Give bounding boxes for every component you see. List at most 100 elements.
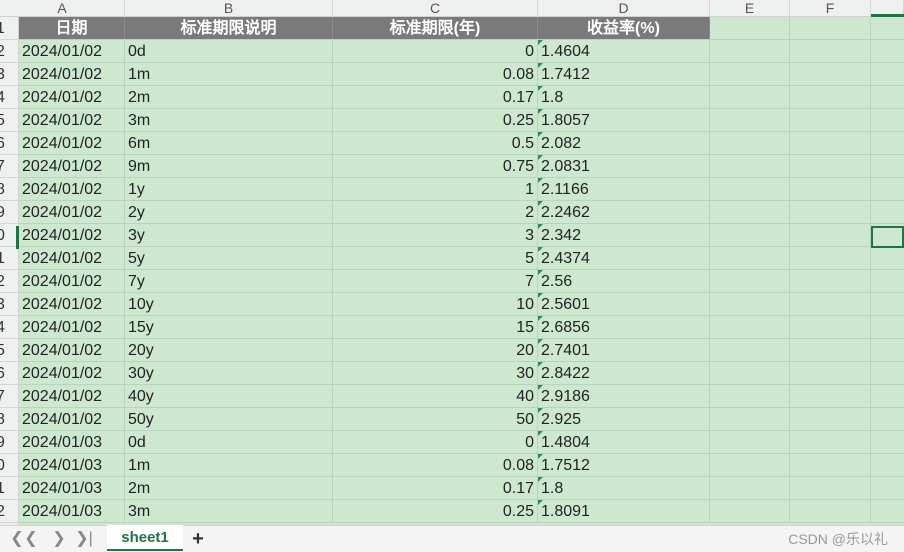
date-cell[interactable]: 2024/01/02 [19, 385, 125, 407]
cell-e[interactable] [710, 408, 790, 430]
term-cell[interactable]: 3m [125, 500, 333, 522]
years-cell[interactable]: 7 [333, 270, 538, 292]
next-sheet-button[interactable]: ❯ [50, 529, 68, 549]
cell-f[interactable] [790, 454, 871, 476]
column-header-d[interactable]: D [538, 0, 710, 16]
term-cell[interactable]: 0d [125, 40, 333, 62]
row-header-number[interactable]: 7 [0, 155, 18, 178]
row-header-number[interactable]: 3 [0, 293, 18, 316]
cell-e[interactable] [710, 155, 790, 177]
date-cell[interactable]: 2024/01/02 [19, 316, 125, 338]
rate-cell[interactable]: 1.8057 [538, 109, 710, 131]
rate-cell[interactable]: 2.4374 [538, 247, 710, 269]
years-cell[interactable]: 0.17 [333, 86, 538, 108]
term-cell[interactable]: 3m [125, 109, 333, 131]
cell-e[interactable] [710, 17, 790, 39]
column-header-e[interactable]: E [710, 0, 790, 16]
rate-cell[interactable]: 2.2462 [538, 201, 710, 223]
cell-f[interactable] [790, 362, 871, 384]
term-cell[interactable]: 5y [125, 247, 333, 269]
row-header-number[interactable]: 4 [0, 316, 18, 339]
row-header-number[interactable]: 1 [0, 477, 18, 500]
term-cell[interactable]: 2m [125, 477, 333, 499]
column-header-a[interactable]: A [0, 0, 125, 16]
term-cell[interactable]: 40y [125, 385, 333, 407]
term-cell[interactable]: 3y [125, 224, 333, 246]
cell-e[interactable] [710, 500, 790, 522]
cell-f[interactable] [790, 500, 871, 522]
rate-cell[interactable]: 2.0831 [538, 155, 710, 177]
date-cell[interactable]: 2024/01/02 [19, 155, 125, 177]
rate-cell[interactable]: 2.082 [538, 132, 710, 154]
years-cell[interactable]: 30 [333, 362, 538, 384]
cell-f[interactable] [790, 109, 871, 131]
cell-e[interactable] [710, 431, 790, 453]
cell-e[interactable] [710, 132, 790, 154]
row-header-number[interactable]: 5 [0, 109, 18, 132]
row-header-number[interactable]: 9 [0, 431, 18, 454]
rate-cell[interactable]: 1.7412 [538, 63, 710, 85]
date-cell[interactable]: 2024/01/03 [19, 454, 125, 476]
years-cell[interactable]: 2 [333, 201, 538, 223]
years-cell[interactable]: 40 [333, 385, 538, 407]
term-cell[interactable]: 15y [125, 316, 333, 338]
date-cell[interactable]: 2024/01/02 [19, 40, 125, 62]
term-cell[interactable]: 10y [125, 293, 333, 315]
years-cell[interactable]: 0.08 [333, 63, 538, 85]
cell-f[interactable] [790, 63, 871, 85]
cell-f[interactable] [790, 224, 871, 246]
row-header-number[interactable]: 1 [0, 17, 18, 40]
cell-f[interactable] [790, 477, 871, 499]
years-cell[interactable]: 5 [333, 247, 538, 269]
column-header-c[interactable]: C [333, 0, 538, 16]
term-cell[interactable]: 7y [125, 270, 333, 292]
row-header-number[interactable]: 2 [0, 500, 18, 523]
cell-e[interactable] [710, 247, 790, 269]
date-cell[interactable]: 2024/01/02 [19, 109, 125, 131]
rate-cell[interactable]: 1.8091 [538, 500, 710, 522]
term-cell[interactable]: 2m [125, 86, 333, 108]
cell-e[interactable] [710, 293, 790, 315]
date-cell[interactable]: 2024/01/02 [19, 247, 125, 269]
rate-cell[interactable]: 1.8 [538, 477, 710, 499]
cell-f[interactable] [790, 385, 871, 407]
header-cell[interactable]: 标准期限说明 [125, 17, 333, 39]
rate-cell[interactable]: 1.8 [538, 86, 710, 108]
cell-e[interactable] [710, 362, 790, 384]
years-cell[interactable]: 0.17 [333, 477, 538, 499]
date-cell[interactable]: 2024/01/03 [19, 500, 125, 522]
row-header-number[interactable]: 8 [0, 408, 18, 431]
term-cell[interactable]: 1y [125, 178, 333, 200]
tab-sheet1[interactable]: sheet1 [107, 525, 183, 551]
cell-e[interactable] [710, 86, 790, 108]
years-cell[interactable]: 0.25 [333, 109, 538, 131]
rate-cell[interactable]: 1.7512 [538, 454, 710, 476]
cell-f[interactable] [790, 155, 871, 177]
date-cell[interactable]: 2024/01/02 [19, 201, 125, 223]
rate-cell[interactable]: 2.6856 [538, 316, 710, 338]
cell-f[interactable] [790, 247, 871, 269]
row-header-number[interactable]: 6 [0, 132, 18, 155]
years-cell[interactable]: 0.08 [333, 454, 538, 476]
header-cell[interactable]: 标准期限(年) [333, 17, 538, 39]
row-header-number[interactable]: 7 [0, 385, 18, 408]
row-header-number[interactable]: 3 [0, 63, 18, 86]
date-cell[interactable]: 2024/01/02 [19, 408, 125, 430]
term-cell[interactable]: 50y [125, 408, 333, 430]
cell-f[interactable] [790, 293, 871, 315]
years-cell[interactable]: 50 [333, 408, 538, 430]
row-header-number[interactable]: 9 [0, 201, 18, 224]
cell-f[interactable] [790, 316, 871, 338]
years-cell[interactable]: 10 [333, 293, 538, 315]
rate-cell[interactable]: 1.4604 [538, 40, 710, 62]
term-cell[interactable]: 6m [125, 132, 333, 154]
cell-f[interactable] [790, 17, 871, 39]
term-cell[interactable]: 9m [125, 155, 333, 177]
date-cell[interactable]: 2024/01/02 [19, 362, 125, 384]
cell-e[interactable] [710, 109, 790, 131]
years-cell[interactable]: 3 [333, 224, 538, 246]
cell-e[interactable] [710, 40, 790, 62]
cell-e[interactable] [710, 201, 790, 223]
years-cell[interactable]: 0.75 [333, 155, 538, 177]
rate-cell[interactable]: 2.56 [538, 270, 710, 292]
